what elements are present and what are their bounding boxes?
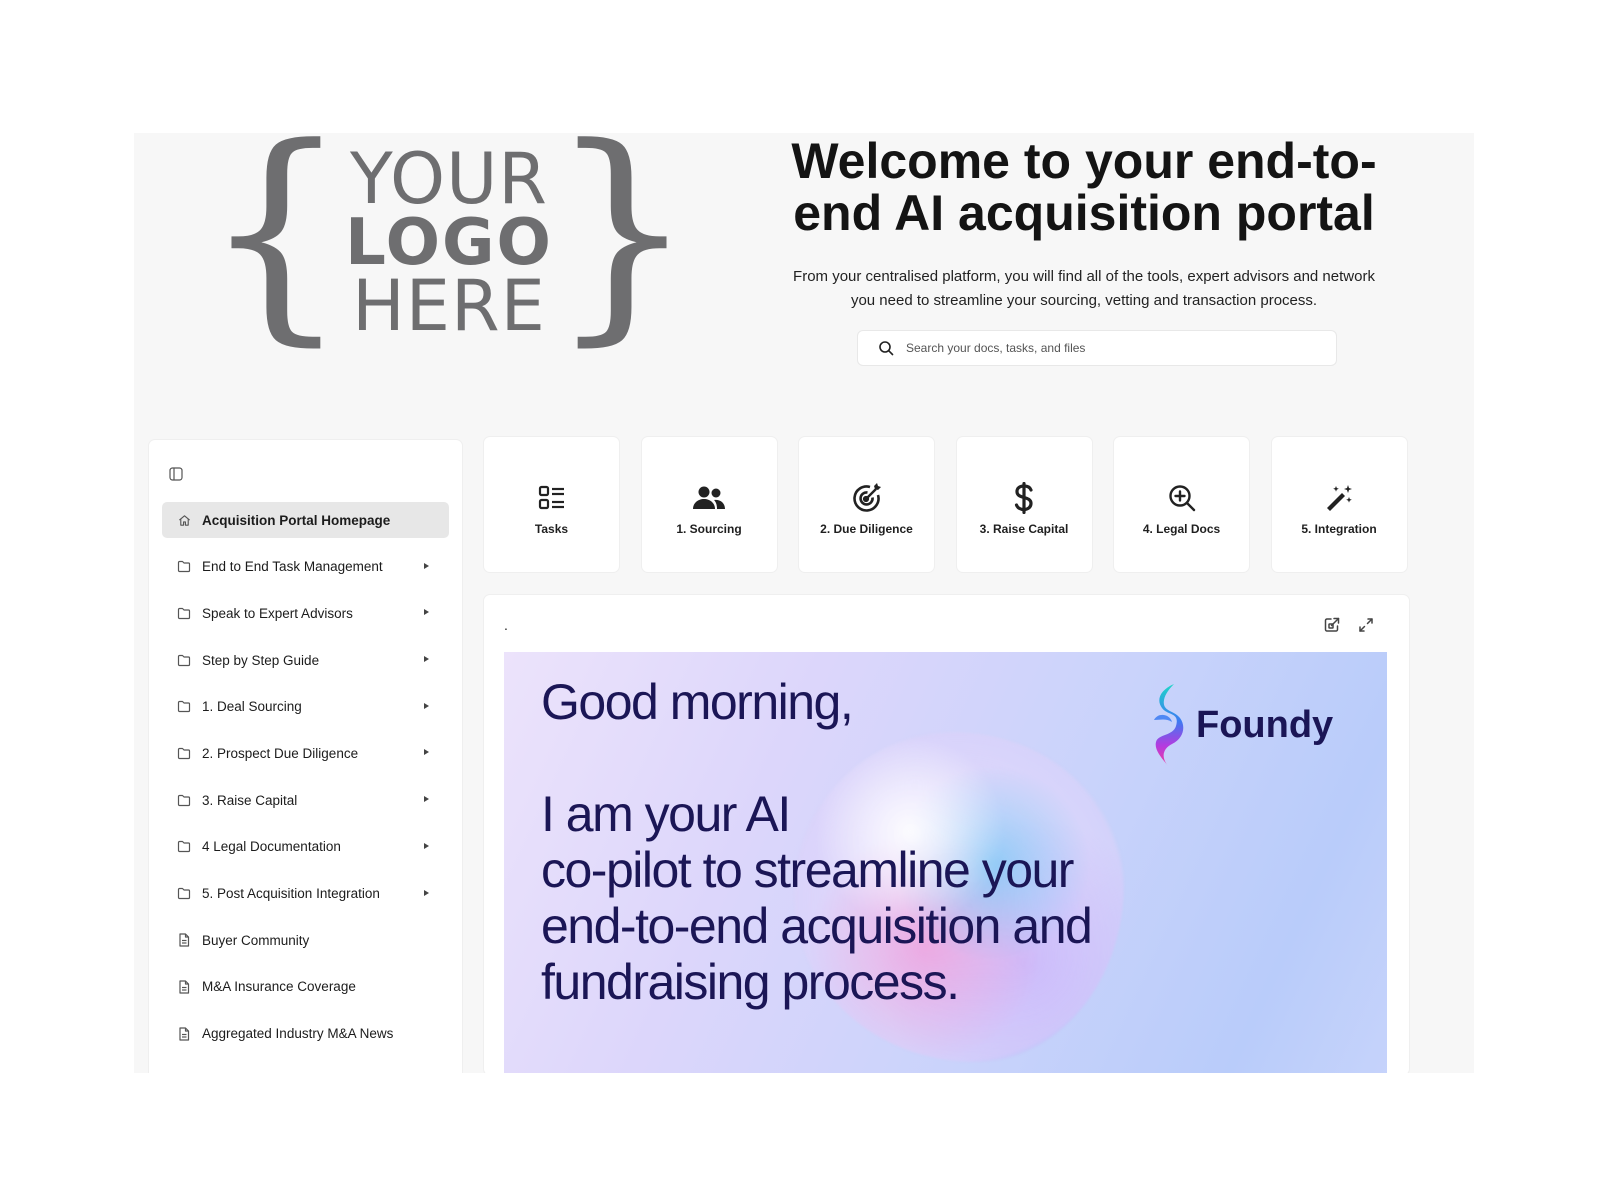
sidebar-toggle-icon[interactable] (169, 467, 183, 481)
quick-link-tile[interactable]: 4. Legal Docs (1114, 437, 1249, 572)
folder-icon (177, 887, 191, 901)
quick-links: Tasks 1. Sourcing 2. Due Diligence 3. Raise… (484, 437, 1429, 572)
sidebar-item-label: Buyer Community (202, 932, 310, 948)
page-subtitle: From your centralised platform, you will… (793, 268, 1375, 309)
sidebar-item-label: 5. Post Acquisition Integration (202, 886, 380, 901)
sidebar-item-label: 2. Prospect Due Diligence (202, 745, 359, 761)
foundy-logo-icon (1154, 684, 1184, 766)
embed-panel: . Good morning, I am your AI co-pilot to… (484, 595, 1409, 1073)
logo-line-1: YOUR (350, 138, 548, 221)
sidebar-item[interactable]: 2. Prospect Due Diligence (162, 735, 449, 771)
sidebar-item-label: M&A Insurance Coverage (202, 979, 356, 995)
expand-caret-icon[interactable] (424, 609, 429, 616)
logo-right-brace: } (548, 133, 696, 366)
company-logo-placeholder: { YOUR LOGO HERE } (203, 133, 696, 353)
welcome-banner: Good morning, I am your AI co-pilot to s… (504, 652, 1387, 1073)
sidebar-item-label: Acquisition Portal Homepage (202, 512, 391, 528)
brand-logo: Foundy (1146, 682, 1333, 768)
sidebar-item[interactable]: 4 Legal Documentation (162, 829, 449, 865)
sidebar-item[interactable]: 1. Deal Sourcing (162, 689, 449, 725)
open-external-icon[interactable] (1322, 615, 1342, 635)
quick-link-tile[interactable]: 2. Due Diligence (799, 437, 934, 572)
users-icon (693, 482, 725, 514)
expand-caret-icon[interactable] (424, 562, 429, 569)
home-icon (177, 513, 191, 527)
quick-link-label: Tasks (534, 521, 569, 536)
hero-section: Welcome to your end-to-end AI acquisitio… (764, 133, 1404, 313)
dollar-icon (1008, 481, 1040, 514)
brand-name: Foundy (1196, 703, 1334, 746)
document-icon (177, 1026, 191, 1041)
zoom-in-icon (1166, 482, 1198, 514)
sidebar-item-label: Speak to Expert Advisors (202, 605, 353, 621)
expand-caret-icon[interactable] (424, 702, 429, 709)
quick-link-tile[interactable]: Tasks (484, 437, 619, 572)
document-icon (177, 933, 191, 947)
sidebar-item-label: Step by Step Guide (202, 652, 320, 668)
sidebar-item[interactable]: Acquisition Portal Homepage (162, 502, 449, 538)
expand-caret-icon[interactable] (424, 796, 429, 803)
expand-icon[interactable] (1356, 615, 1376, 635)
folder-icon (177, 840, 191, 854)
sidebar-item[interactable]: Step by Step Guide (162, 642, 449, 678)
expand-caret-icon[interactable] (424, 889, 429, 896)
sidebar-item[interactable]: End to End Task Management (162, 549, 449, 585)
sidebar-nav: Acquisition Portal Homepage End to End Ta… (162, 502, 449, 1062)
quick-link-label: 1. Sourcing (676, 521, 742, 536)
task-list-icon (536, 482, 568, 514)
sidebar-item-label: 1. Deal Sourcing (202, 699, 302, 715)
expand-caret-icon[interactable] (424, 656, 429, 663)
sidebar-item[interactable]: 3. Raise Capital (162, 782, 449, 818)
quick-link-label: 5. Integration (1301, 521, 1377, 536)
search-icon (879, 341, 894, 356)
folder-icon (177, 560, 191, 574)
quick-link-tile[interactable]: 3. Raise Capital (956, 437, 1092, 572)
document-icon (177, 980, 191, 994)
folder-icon (177, 700, 191, 714)
sidebar-item-label: 3. Raise Capital (202, 792, 298, 808)
target-icon (851, 482, 883, 514)
sidebar-item-label: 4 Legal Documentation (202, 839, 341, 855)
portal-page: { YOUR LOGO HERE } Welcome to your end-t… (134, 133, 1474, 1073)
panel-title: . (504, 617, 508, 633)
sidebar-item-label: End to End Task Management (202, 559, 383, 575)
page-title: Welcome to your end-to-end AI acquisitio… (791, 133, 1377, 241)
logo-line-3: HERE (352, 265, 546, 348)
quick-link-tile[interactable]: 1. Sourcing (641, 437, 777, 572)
folder-icon (177, 606, 191, 620)
logo-line-2: LOGO (345, 205, 553, 280)
expand-caret-icon[interactable] (424, 842, 429, 849)
quick-link-tile[interactable]: 5. Integration (1271, 437, 1407, 572)
search-input[interactable] (904, 340, 1308, 356)
quick-link-label: 4. Legal Docs (1142, 521, 1221, 536)
quick-link-label: 2. Due Diligence (820, 521, 913, 536)
expand-caret-icon[interactable] (424, 749, 429, 756)
folder-icon (177, 793, 191, 807)
sidebar-item-label: Aggregated Industry M&A News (202, 1026, 394, 1042)
sidebar: Acquisition Portal Homepage End to End Ta… (149, 440, 462, 1073)
sidebar-item[interactable]: Speak to Expert Advisors (162, 595, 449, 631)
banner-greeting: Good morning, I am your AI co-pilot to s… (541, 674, 1093, 1010)
folder-icon (177, 746, 191, 760)
logo-words: YOUR LOGO HERE (345, 138, 553, 348)
search-bar[interactable] (857, 330, 1337, 366)
magic-wand-icon (1323, 482, 1355, 514)
sidebar-item[interactable]: Buyer Community (162, 922, 449, 958)
folder-icon (177, 653, 191, 667)
logo-left-brace: { (202, 133, 350, 366)
sidebar-item[interactable]: 5. Post Acquisition Integration (162, 876, 449, 912)
sidebar-item[interactable]: M&A Insurance Coverage (162, 969, 449, 1005)
sidebar-item[interactable]: Aggregated Industry M&A News (162, 1016, 449, 1052)
quick-link-label: 3. Raise Capital (979, 521, 1069, 536)
